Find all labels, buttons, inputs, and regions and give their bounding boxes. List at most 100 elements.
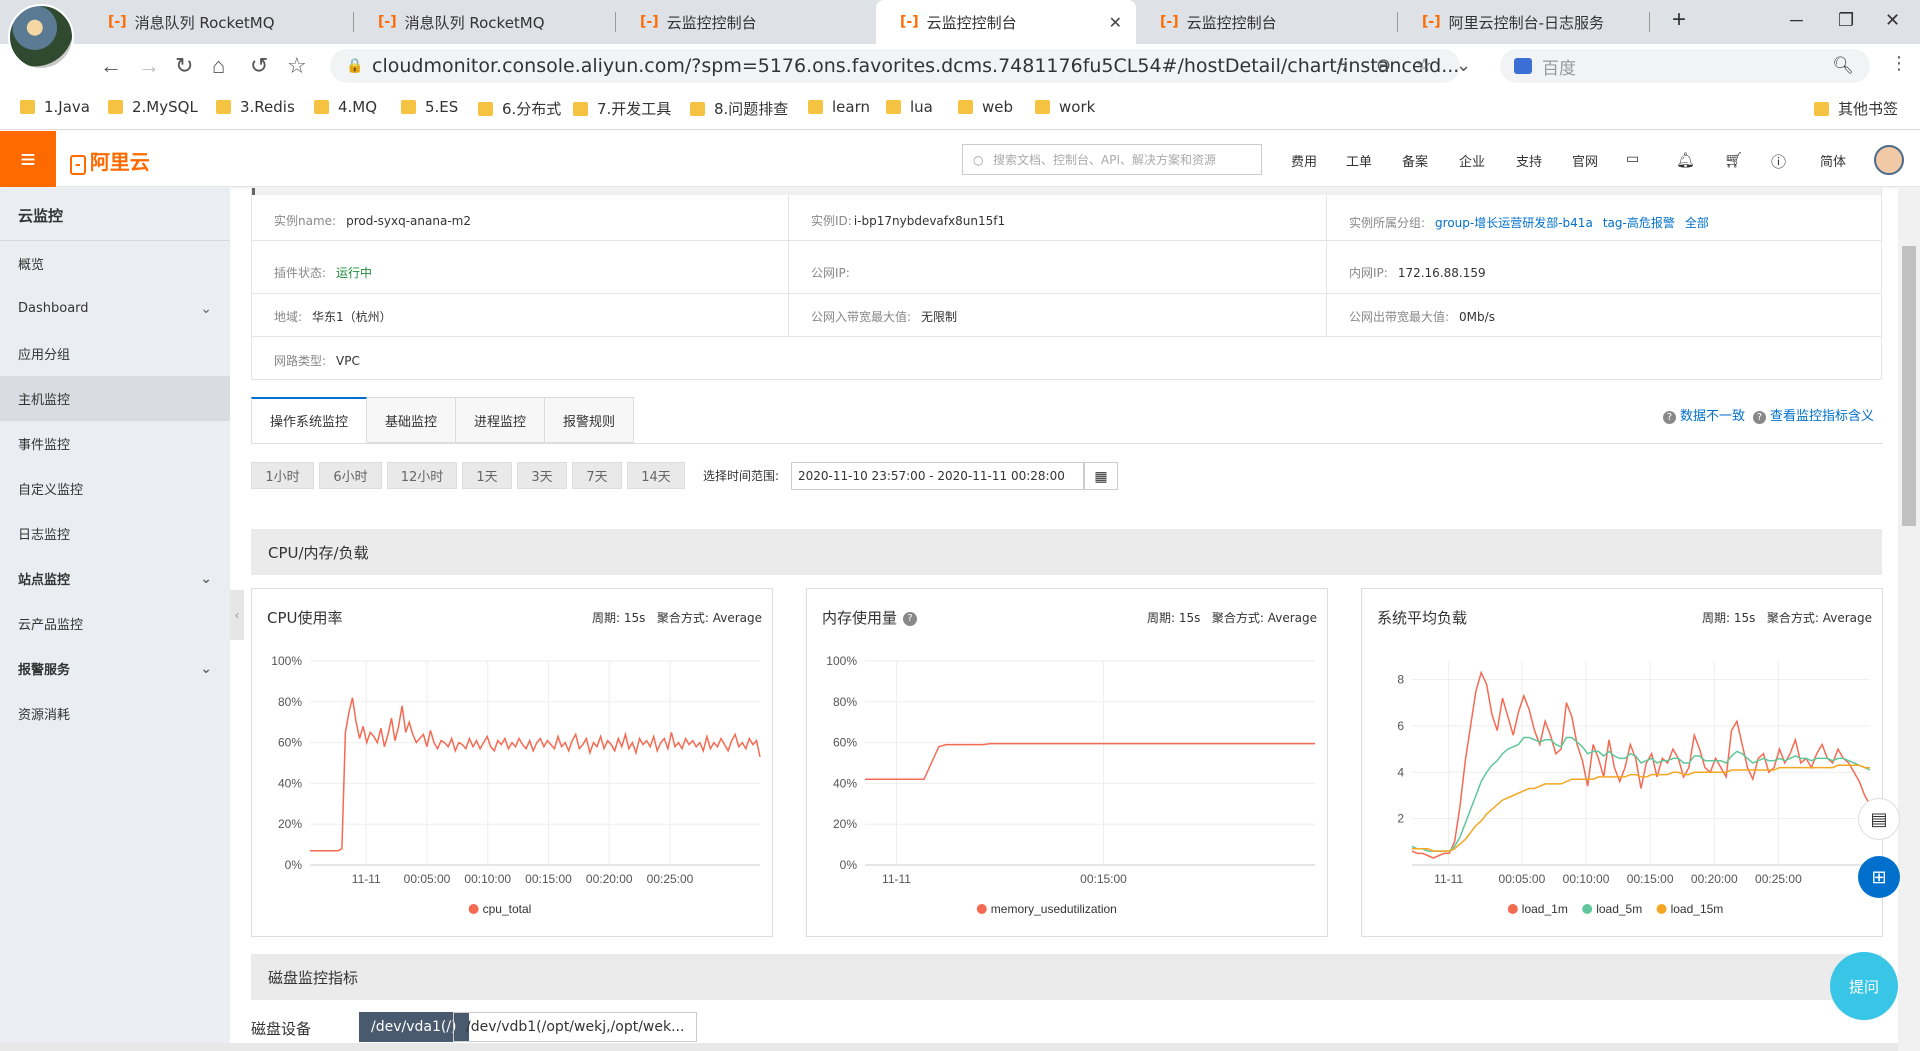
search-icon: ○ (973, 152, 984, 167)
bookmark-6[interactable]: 6.分布式 (478, 98, 561, 119)
reload-icon[interactable]: ↻ (175, 53, 193, 79)
minimize-icon[interactable]: ─ (1790, 10, 1803, 31)
tab-os-monitor[interactable]: 操作系统监控 (251, 397, 368, 443)
group-link[interactable]: tag-高危报警 (1603, 216, 1675, 230)
chat-icon[interactable]: ▤ (1858, 798, 1900, 840)
calendar-icon[interactable]: ▦ (1084, 462, 1118, 490)
sidebar-item-dashboard[interactable]: Dashboard ⌄ (0, 286, 230, 331)
range-7d-button[interactable]: 7天 (572, 462, 622, 489)
browser-tab-4-active[interactable]: [-] 云监控控制台 ✕ (876, 0, 1136, 44)
show-all-groups-link[interactable]: 全部 (1685, 216, 1709, 230)
sidebar-item-overview[interactable]: 概览 (0, 241, 230, 286)
other-bookmarks[interactable]: 其他书签 (1814, 98, 1898, 119)
profile-avatar[interactable] (8, 4, 74, 70)
nav-website[interactable]: 官网 (1572, 151, 1598, 170)
bookmark-8[interactable]: 8.问题排查 (690, 98, 788, 119)
horizontal-scrollbar[interactable] (0, 1043, 1898, 1051)
sidebar-item-log-monitor[interactable]: 日志监控 (0, 511, 230, 556)
bookmark-2[interactable]: 2.MySQL (108, 98, 198, 116)
bookmark-3[interactable]: 3.Redis (216, 98, 295, 116)
close-tab-icon[interactable]: ✕ (1109, 13, 1122, 32)
bookmark-5[interactable]: 5.ES (401, 98, 458, 116)
tab-basic-monitor[interactable]: 基础监控 (367, 397, 457, 443)
search-icon[interactable]: 🔍︎ (1832, 56, 1854, 76)
console-search-input[interactable]: ○ 搜索文档、控制台、API、解决方案和资源 (962, 144, 1262, 175)
legend-label[interactable]: load_1m (1522, 902, 1568, 916)
language-switch[interactable]: 简体 (1820, 151, 1846, 170)
user-avatar[interactable] (1874, 145, 1904, 175)
zoom-icon[interactable]: ⊖ (1376, 55, 1391, 76)
sidebar-item-label: 应用分组 (18, 348, 71, 363)
browser-tab-5[interactable]: [-] 云监控控制台 (1136, 0, 1398, 44)
browser-tab-6[interactable]: [-] 阿里云控制台-日志服务 (1398, 0, 1650, 44)
star-bookmark-icon[interactable]: ☆ (287, 53, 307, 79)
forward-icon[interactable]: → (138, 53, 160, 79)
help-icon[interactable]: ⓘ (1771, 151, 1786, 172)
restore-icon[interactable]: ❐ (1838, 10, 1854, 31)
bookmark-10[interactable]: lua (886, 98, 933, 116)
undo-icon[interactable]: ↺ (250, 53, 268, 79)
browser-tab-2[interactable]: [-] 消息队列 RocketMQ (354, 0, 616, 44)
chevron-down-icon[interactable]: ⌄ (1456, 55, 1471, 76)
bookmark-7[interactable]: 7.开发工具 (573, 98, 671, 119)
row-divider (251, 293, 1882, 294)
lightning-icon[interactable]: ϟ (1338, 55, 1348, 76)
range-1d-button[interactable]: 1天 (462, 462, 512, 489)
new-tab-button[interactable]: + (1672, 6, 1686, 34)
range-14d-button[interactable]: 14天 (627, 462, 685, 489)
nav-icp[interactable]: 备案 (1402, 151, 1428, 170)
range-6h-button[interactable]: 6小时 (319, 462, 382, 489)
sidebar-item-custom-monitor[interactable]: 自定义监控 (0, 466, 230, 511)
range-12h-button[interactable]: 12小时 (387, 462, 457, 489)
nav-ticket[interactable]: 工单 (1346, 151, 1372, 170)
legend-label[interactable]: memory_usedutilization (991, 902, 1117, 916)
data-inconsistent-link[interactable]: ? 数据不一致 (1663, 405, 1745, 424)
range-3d-button[interactable]: 3天 (517, 462, 567, 489)
group-link[interactable]: group-增长运营研发部-b41a (1435, 216, 1593, 230)
folder-icon (1814, 101, 1829, 116)
tab-process-monitor[interactable]: 进程监控 (456, 397, 546, 443)
tab-alarm-rules[interactable]: 报警规则 (545, 397, 635, 443)
apps-grid-icon[interactable]: ⊞ (1858, 856, 1900, 898)
scrollbar-thumb[interactable] (1902, 246, 1916, 526)
sidebar-collapse-handle[interactable]: ‹ (230, 590, 244, 640)
favorite-icon[interactable]: ☆ (1416, 55, 1432, 76)
aliyun-logo[interactable]: - 阿里云 (70, 146, 150, 175)
bookmark-9[interactable]: learn (808, 98, 870, 116)
menu-dots-icon[interactable]: ⋮ (1890, 53, 1908, 74)
browser-tab-1[interactable]: [-] 消息队列 RocketMQ (84, 0, 354, 44)
time-range-input[interactable]: 2020-11-10 23:57:00 - 2020-11-11 00:28:0… (791, 462, 1084, 490)
metric-meaning-link[interactable]: ? 查看监控指标含义 (1753, 405, 1874, 424)
bookmark-1[interactable]: 1.Java (20, 98, 90, 116)
back-icon[interactable]: ← (100, 53, 122, 79)
url-input[interactable]: 🔒 cloudmonitor.console.aliyun.com/?spm=5… (330, 49, 1460, 83)
terminal-icon[interactable]: ▭ (1626, 151, 1639, 167)
close-window-icon[interactable]: ✕ (1885, 10, 1900, 31)
bell-icon[interactable]: 🔔︎ (1676, 151, 1695, 169)
sidebar-item-resource-usage[interactable]: 资源消耗 (0, 691, 230, 736)
cart-icon[interactable]: 🛒︎ (1724, 151, 1743, 169)
hamburger-menu-icon[interactable]: ≡ (0, 131, 56, 187)
sidebar-item-host-monitor[interactable]: 主机监控 (0, 376, 230, 421)
sidebar-item-site-monitor[interactable]: 站点监控 ⌄ (0, 556, 230, 601)
legend-label[interactable]: cpu_total (483, 902, 532, 916)
bookmark-11[interactable]: web (958, 98, 1013, 116)
ask-question-button[interactable]: 提问 (1830, 952, 1898, 1020)
range-1h-button[interactable]: 1小时 (251, 462, 314, 489)
legend-label[interactable]: load_5m (1596, 902, 1642, 916)
browser-tab-3[interactable]: [-] 云监控控制台 (616, 0, 876, 44)
browser-search-input[interactable]: 百度 🔍︎ (1500, 49, 1870, 83)
sidebar-item-cloud-product[interactable]: 云产品监控 (0, 601, 230, 646)
sidebar-item-event-monitor[interactable]: 事件监控 (0, 421, 230, 466)
bookmark-4[interactable]: 4.MQ (314, 98, 377, 116)
nav-enterprise[interactable]: 企业 (1459, 151, 1485, 170)
sidebar-item-alarm-service[interactable]: 报警服务 ⌄ (0, 646, 230, 691)
x-tick-label: 11-11 (882, 872, 911, 886)
disk-tab-vdb1[interactable]: /dev/vdb1(/opt/wekj,/opt/wek... (453, 1012, 698, 1042)
bookmark-12[interactable]: work (1035, 98, 1095, 116)
sidebar-item-app-groups[interactable]: 应用分组 (0, 331, 230, 376)
legend-label[interactable]: load_15m (1671, 902, 1724, 916)
nav-support[interactable]: 支持 (1516, 151, 1542, 170)
home-icon[interactable]: ⌂ (212, 53, 225, 79)
nav-fees[interactable]: 费用 (1291, 151, 1317, 170)
